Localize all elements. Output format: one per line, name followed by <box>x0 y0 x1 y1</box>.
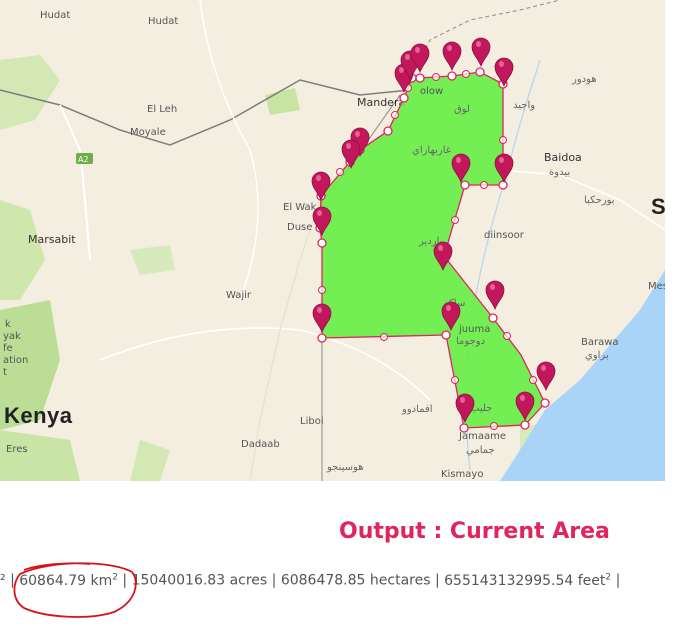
map-label: juuma <box>458 324 490 335</box>
map-label: Hudat <box>148 16 178 27</box>
area-km2-value: 60864.79 km <box>19 572 113 589</box>
edge-handle[interactable] <box>451 376 459 384</box>
edge-handle[interactable] <box>499 136 507 144</box>
edge-handle[interactable] <box>462 70 470 78</box>
area-hectares: 6086478.85 hectares <box>280 572 431 589</box>
vertex-handle[interactable] <box>520 420 530 430</box>
map-label: olow <box>420 86 443 97</box>
map-label: fe <box>3 343 13 354</box>
map-label: Moyale <box>130 127 166 138</box>
map-label: Wajir <box>226 290 252 301</box>
vertex-handle[interactable] <box>475 67 485 77</box>
map-label: دوجوما <box>456 336 485 347</box>
map-label: Marsabit <box>28 233 76 246</box>
country-label: Kenya <box>4 403 73 428</box>
map-canvas[interactable]: Hudat Hudat Mandera El Leh Moyale A2 El … <box>0 0 665 481</box>
map-label: بورحكبا <box>584 195 615 206</box>
map-label: Kismayo <box>441 469 483 480</box>
vertex-handle[interactable] <box>317 333 327 343</box>
edge-handle[interactable] <box>336 168 344 176</box>
vertex-handle[interactable] <box>415 73 425 83</box>
edge-handle[interactable] <box>391 111 399 119</box>
area-feet2: 655143132995.54 feet2 <box>444 572 611 589</box>
stats-separator: | <box>430 572 445 589</box>
map-label: Jamaame <box>458 431 506 442</box>
map-label: Barawa <box>581 337 619 348</box>
map-label: El Leh <box>147 104 177 115</box>
area-acres: 15040016.83 acres <box>131 572 268 589</box>
road-shield-label: A2 <box>78 155 89 164</box>
map-label: t <box>3 367 7 378</box>
stats-separator: | <box>267 572 281 589</box>
edge-handle[interactable] <box>451 216 459 224</box>
area-km2: 60864.79 km2 <box>19 572 118 589</box>
area-stats: ² | 60864.79 km2 | 15040016.83 acres | 6… <box>0 572 683 589</box>
vertex-handle[interactable] <box>459 423 469 433</box>
map-label: diinsoor <box>484 230 525 241</box>
map-label: غاربهاراي <box>412 145 451 156</box>
map-label: لوق <box>454 104 470 115</box>
output-title: Output : Current Area <box>339 519 610 544</box>
vertex-handle[interactable] <box>488 313 498 323</box>
area-feet2-value: 655143132995.54 feet <box>444 572 606 589</box>
map-label: Duse <box>287 222 312 233</box>
vertex-handle[interactable] <box>460 180 470 190</box>
vertex-handle[interactable] <box>540 398 550 408</box>
edge-handle[interactable] <box>380 333 388 341</box>
vertex-handle[interactable] <box>317 238 327 248</box>
stats-tail: | <box>611 572 621 589</box>
map-label: براوي <box>585 350 609 361</box>
vertex-handle[interactable] <box>447 71 457 81</box>
vertex-handle[interactable] <box>383 126 393 136</box>
map-label: yak <box>3 331 21 342</box>
vertex-handle[interactable] <box>399 93 409 103</box>
map-label: هودور <box>571 74 597 85</box>
map-label: S <box>651 194 665 219</box>
map-label: واجيد <box>513 100 535 111</box>
edge-handle[interactable] <box>490 422 498 430</box>
map-label: El Wak <box>283 202 317 213</box>
map-label: Hudat <box>40 10 70 21</box>
stats-separator: | <box>117 572 132 589</box>
edge-handle[interactable] <box>318 286 326 294</box>
edge-handle[interactable] <box>432 73 440 81</box>
map-label: بيدوة <box>549 167 570 178</box>
map-label: Mes <box>648 281 665 292</box>
map-label: Mandera <box>357 96 405 109</box>
map-view[interactable]: Hudat Hudat Mandera El Leh Moyale A2 El … <box>0 0 665 481</box>
highlight-circle-annotation <box>13 562 137 618</box>
map-label: افمادوو <box>401 404 433 415</box>
map-label: Liboi <box>300 416 324 427</box>
map-label: Baidoa <box>544 151 582 164</box>
stats-lead: ² | <box>0 572 20 589</box>
vertex-handle[interactable] <box>498 180 508 190</box>
edge-handle[interactable] <box>503 332 511 340</box>
map-label: Eres <box>6 444 28 455</box>
map-label: جمامي <box>466 445 495 456</box>
vertex-handle[interactable] <box>441 330 451 340</box>
map-label: Dadaab <box>241 439 280 450</box>
map-label: هوسينجو <box>326 462 363 473</box>
edge-handle[interactable] <box>480 181 488 189</box>
map-label: k <box>5 319 11 330</box>
map-label: ation <box>3 355 28 366</box>
edge-handle[interactable] <box>529 376 537 384</box>
